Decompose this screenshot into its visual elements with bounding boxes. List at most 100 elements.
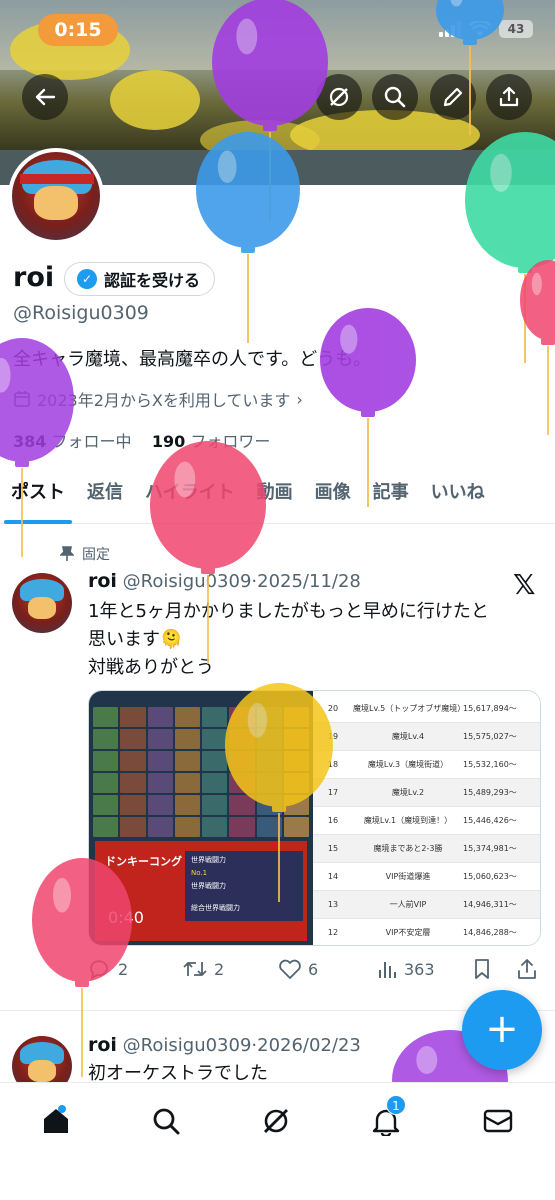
character-tile (174, 729, 200, 749)
back-arrow-icon (35, 88, 56, 106)
post-text-line: 思います🫠 (88, 629, 183, 650)
views-icon (379, 962, 396, 978)
character-tile (120, 817, 146, 837)
tab-replies[interactable]: 返信 (76, 470, 134, 524)
compose-post-button[interactable]: + (462, 990, 542, 1070)
home-icon (44, 1109, 68, 1133)
character-tile (283, 773, 309, 793)
character-tile (229, 795, 255, 815)
character-tile (256, 817, 282, 837)
search-button[interactable] (372, 74, 418, 120)
rank-table-row: 19 魔境Lv.4 15,575,027〜 (313, 723, 540, 751)
rank-value: 15,374,981〜 (463, 844, 517, 853)
repost-button[interactable]: 2 (182, 958, 224, 980)
views-button[interactable]: 363 (376, 958, 435, 980)
back-button[interactable] (22, 74, 68, 120)
followers-link[interactable]: 190 フォロワー (152, 432, 271, 451)
nav-search[interactable] (146, 1101, 186, 1141)
signal-icon (439, 21, 461, 37)
rank-value: 15,617,894〜 (463, 704, 517, 713)
tab-highlights[interactable]: ハイライト (134, 470, 246, 524)
repost-count: 2 (214, 959, 225, 979)
rank-value: 15,060,623〜 (463, 872, 517, 881)
nav-messages[interactable] (478, 1101, 518, 1141)
share-post-button[interactable] (516, 958, 538, 980)
profile-avatar[interactable] (8, 148, 104, 244)
x-logo-icon: 𝕏 (513, 568, 536, 601)
rank-number: 19 (327, 732, 339, 741)
tab-videos[interactable]: 動画 (246, 470, 304, 524)
pin-icon (60, 546, 74, 561)
character-tile (147, 729, 173, 749)
character-tile (283, 707, 309, 727)
joined-date[interactable]: 2023年2月からXを利用しています › (13, 387, 303, 411)
profile-screen: 0:15 43 roi ✓ 認証を受ける @Roisigu0309 全キャラ魔境… (0, 0, 555, 1200)
character-tile (202, 795, 228, 815)
character-tile (283, 751, 309, 771)
character-tile (202, 751, 228, 771)
like-button[interactable]: 6 (278, 958, 318, 980)
post-author-handle: @Roisigu0309 (122, 571, 252, 592)
share-button[interactable] (486, 74, 532, 120)
tab-articles[interactable]: 記事 (362, 470, 420, 524)
nav-grok[interactable] (256, 1101, 296, 1141)
share-icon (499, 86, 519, 107)
character-tile (120, 707, 146, 727)
rank-label: 魔境まであと2-3勝 (373, 844, 443, 853)
rank-number: 20 (327, 704, 339, 713)
views-count: 363 (404, 959, 435, 979)
wifi-icon (469, 21, 491, 36)
tab-photos[interactable]: 画像 (304, 470, 362, 524)
repost-icon (183, 961, 207, 977)
balloon (520, 260, 555, 435)
calendar-icon (14, 391, 30, 407)
nav-notifications[interactable]: 1 (366, 1095, 406, 1141)
rank-label: 魔境Lv.4 (391, 732, 425, 741)
rank-number: 17 (327, 788, 339, 797)
post-author-name[interactable]: roi (88, 570, 117, 592)
character-tile (229, 751, 255, 771)
rank-value: 15,489,293〜 (463, 788, 517, 797)
character-tile (256, 773, 282, 793)
post-author-handle: @Roisigu0309 (122, 1035, 252, 1056)
rank-label: No.1 (191, 869, 208, 877)
tab-likes[interactable]: いいね (420, 470, 496, 524)
like-count: 6 (308, 959, 319, 979)
reply-button[interactable]: 2 (88, 958, 128, 980)
rank-label: VIP街道爆進 (385, 872, 431, 881)
character-tile (283, 729, 309, 749)
character-tile (202, 729, 228, 749)
rank-value: 15,575,027〜 (463, 732, 517, 741)
post-avatar[interactable] (12, 573, 72, 633)
rank-label: VIP不安定層 (385, 928, 431, 937)
pinned-indicator: 固定 (60, 544, 110, 564)
character-tile (256, 707, 282, 727)
avatar-image (12, 152, 100, 240)
character-tile (93, 795, 119, 815)
rank-table-row: 15 魔境まであと2-3勝 15,374,981〜 (313, 835, 540, 863)
grok-icon (264, 1109, 288, 1133)
character-tile (120, 773, 146, 793)
grok-icon (329, 87, 349, 107)
character-tile (93, 817, 119, 837)
post-author-name[interactable]: roi (88, 1034, 117, 1056)
bookmark-button[interactable] (472, 958, 492, 980)
grok-button[interactable] (316, 74, 362, 120)
character-tile (229, 773, 255, 793)
rank-label: 一人前VIP (389, 900, 427, 909)
character-tile (147, 817, 173, 837)
rank-number: 15 (327, 844, 339, 853)
edit-button[interactable] (430, 74, 476, 120)
profile-tabs: ポスト 返信 ハイライト 動画 画像 記事 いいね (0, 470, 555, 524)
rank-table-row: 14 VIP街道爆進 15,060,623〜 (313, 863, 540, 891)
character-tile (147, 795, 173, 815)
following-link[interactable]: 384 フォロー中 (13, 432, 132, 451)
rank-label: 魔境Lv.3（魔境街道） (367, 760, 449, 769)
video-duration: 0:40 (108, 908, 144, 927)
post-video[interactable]: ドンキーコング 世界戦闘力 No.1 世界戦闘力 総合世界戦闘力 20 魔境Lv.… (88, 690, 541, 946)
home-unread-dot (58, 1105, 66, 1113)
tab-posts[interactable]: ポスト (0, 470, 76, 524)
nav-home[interactable] (36, 1101, 76, 1141)
get-verified-button[interactable]: ✓ 認証を受ける (64, 262, 216, 296)
character-tile (256, 795, 282, 815)
